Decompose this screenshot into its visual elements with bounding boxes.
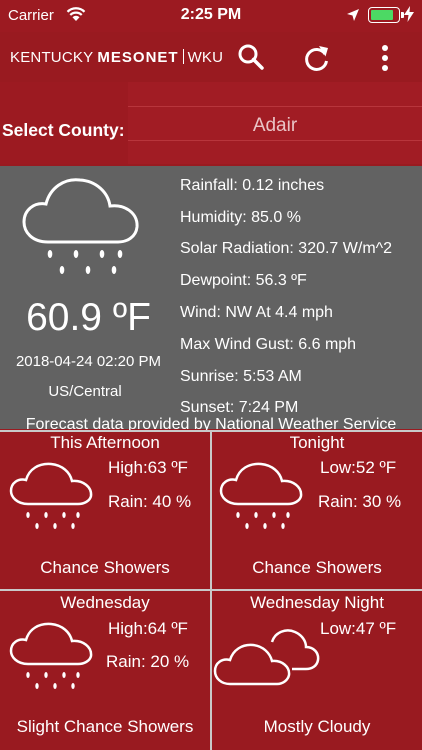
stat-solar-radiation: Solar Radiation: 320.7 W/m^2 xyxy=(180,240,393,257)
forecast-period: Wednesday xyxy=(60,593,150,612)
picker-divider xyxy=(128,140,422,141)
rain-cloud-icon xyxy=(22,178,139,274)
search-icon[interactable] xyxy=(233,40,269,76)
rain-cloud-icon xyxy=(9,622,93,689)
stat-rainfall: Rainfall: 0.12 inches xyxy=(180,177,325,194)
stat-wind: Wind: NW At 4.4 mph xyxy=(180,304,333,321)
stat-sunset: Sunset: 7:24 PM xyxy=(180,399,299,416)
forecast-summary: Mostly Cloudy xyxy=(263,717,371,736)
battery-icon xyxy=(368,7,404,23)
forecast-summary: Chance Showers xyxy=(40,558,170,577)
forecast-temp: High:63 ºF xyxy=(108,458,188,477)
kentucky-mesonet-logo: KENTUCKY MESONET WKU xyxy=(10,49,224,66)
county-picker-value[interactable]: Adair xyxy=(128,115,422,137)
stat-humidity: Humidity: 85.0 % xyxy=(180,209,301,226)
forecast-summary: Chance Showers xyxy=(252,558,382,577)
forecast-summary: Slight Chance Showers xyxy=(16,717,194,736)
current-temperature: 60.9 ºF xyxy=(26,296,151,339)
forecast-period: Wednesday Night xyxy=(250,593,384,612)
rain-cloud-icon xyxy=(9,462,93,529)
more-vertical-icon[interactable] xyxy=(367,40,403,76)
charging-icon xyxy=(404,6,414,22)
forecast-temp: High:64 ºF xyxy=(108,619,188,638)
observation-datetime: 2018-04-24 02:20 PM xyxy=(15,353,162,370)
picker-divider xyxy=(128,106,422,107)
forecast-temp: Low:47 ºF xyxy=(320,619,397,638)
rain-cloud-icon xyxy=(219,462,303,529)
timezone-label: US/Central xyxy=(48,383,122,400)
status-bar: Carrier 2:25 PM xyxy=(0,0,422,32)
location-arrow-icon xyxy=(347,9,359,21)
forecast-rain: Rain: 40 % xyxy=(108,492,192,511)
refresh-icon[interactable] xyxy=(299,40,335,76)
forecast-period: Tonight xyxy=(289,433,345,452)
forecast-period: This Afternoon xyxy=(50,433,160,452)
stat-dewpoint: Dewpoint: 56.3 ºF xyxy=(180,272,307,289)
cloudy-icon xyxy=(213,629,320,686)
stat-max-wind-gust: Max Wind Gust: 6.6 mph xyxy=(180,336,357,353)
stat-sunrise: Sunrise: 5:53 AM xyxy=(180,368,302,385)
forecast-temp: Low:52 ºF xyxy=(320,458,397,477)
forecast-rain: Rain: 30 % xyxy=(318,492,402,511)
forecast-rain: Rain: 20 % xyxy=(106,652,190,671)
county-label: Select County: xyxy=(2,120,125,140)
app-bar: KENTUCKY MESONET WKU xyxy=(0,32,422,82)
county-selector: Select County: Adair xyxy=(0,82,422,164)
